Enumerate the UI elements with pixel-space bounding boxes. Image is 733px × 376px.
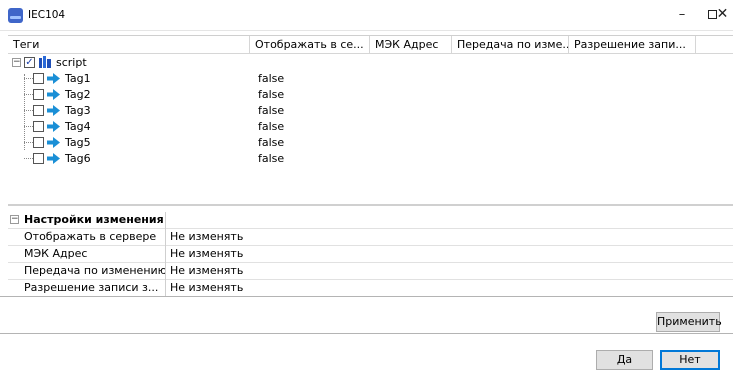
separator-top	[0, 296, 733, 297]
tag-arrow-icon	[47, 137, 60, 148]
tag-checkbox[interactable]	[33, 73, 44, 84]
tag-label: Tag2	[65, 88, 91, 101]
window-title: IEC104	[28, 9, 66, 21]
apply-button[interactable]: Применить	[656, 312, 722, 332]
tree-root-row[interactable]: − ✓ script	[8, 55, 248, 70]
tree-guide-branch	[24, 126, 33, 127]
tree-tag-row[interactable]: Tag2 false	[8, 87, 733, 102]
tag-label: Tag3	[65, 104, 91, 117]
property-name: Разрешение записи з...	[18, 280, 166, 297]
tag-label: Tag4	[65, 120, 91, 133]
property-name: Передача по изменению	[18, 263, 166, 280]
tree-guide-branch	[24, 94, 33, 95]
tag-checkbox[interactable]	[33, 89, 44, 100]
tag-show-in-server-value: false	[258, 136, 285, 149]
tree-header: Теги Отображать в се... МЭК Адрес Переда…	[8, 36, 733, 54]
tag-checkbox[interactable]	[33, 121, 44, 132]
property-category-title: Настройки изменения	[18, 212, 166, 229]
tree-guide-branch	[24, 78, 33, 79]
tag-arrow-icon	[47, 121, 60, 132]
property-value[interactable]: Не изменять	[166, 263, 733, 280]
tree-tag-row[interactable]: Tag6 false	[8, 151, 733, 166]
tree-tag-row[interactable]: Tag3 false	[8, 103, 733, 118]
root-checkbox[interactable]: ✓	[24, 57, 35, 68]
column-header-iec-address[interactable]: МЭК Адрес	[370, 36, 452, 54]
column-header-write-permission[interactable]: Разрешение запи...	[569, 36, 696, 54]
yes-button[interactable]: Да	[596, 350, 653, 370]
tag-checkbox[interactable]	[33, 105, 44, 116]
no-button[interactable]: Нет	[660, 350, 720, 370]
column-header-tags[interactable]: Теги	[8, 36, 250, 54]
tag-show-in-server-value: false	[258, 152, 285, 165]
tag-label: Tag5	[65, 136, 91, 149]
property-category-row[interactable]: − Настройки изменения	[8, 212, 733, 229]
property-grid: − Настройки изменения Отображать в серве…	[8, 204, 733, 297]
tag-show-in-server-value: false	[258, 120, 285, 133]
tag-checkbox[interactable]	[33, 153, 44, 164]
tag-arrow-icon	[47, 89, 60, 100]
tag-checkbox[interactable]	[33, 137, 44, 148]
tag-arrow-icon	[47, 105, 60, 116]
column-header-transfer-on-change[interactable]: Передача по изме...	[452, 36, 569, 54]
property-row[interactable]: Отображать в сервере Не изменять	[8, 229, 733, 246]
app-icon	[8, 8, 23, 23]
tree-tag-row[interactable]: Tag4 false	[8, 119, 733, 134]
tag-arrow-icon	[47, 153, 60, 164]
property-row[interactable]: МЭК Адрес Не изменять	[8, 246, 733, 263]
property-row[interactable]: Передача по изменению Не изменять	[8, 263, 733, 280]
column-header-show-in-server[interactable]: Отображать в се...	[250, 36, 370, 54]
tree-tag-row[interactable]: Tag1 false	[8, 71, 733, 86]
property-name: МЭК Адрес	[18, 246, 166, 263]
script-node-icon	[39, 56, 51, 68]
close-button[interactable]: ✕	[712, 0, 733, 31]
tag-show-in-server-value: false	[258, 72, 285, 85]
property-row[interactable]: Разрешение записи з... Не изменять	[8, 280, 733, 297]
tag-show-in-server-value: false	[258, 104, 285, 117]
property-value[interactable]: Не изменять	[166, 229, 733, 246]
tree-tag-row[interactable]: Tag5 false	[8, 135, 733, 150]
tag-label: Tag6	[65, 152, 91, 165]
tree-guide-branch	[24, 110, 33, 111]
tag-show-in-server-value: false	[258, 88, 285, 101]
collapse-icon[interactable]: −	[12, 58, 21, 67]
property-value[interactable]: Не изменять	[166, 280, 733, 297]
tree-root-label: script	[56, 56, 87, 69]
separator-bottom	[0, 333, 733, 334]
tag-arrow-icon	[47, 73, 60, 84]
tree-guide-branch	[24, 142, 33, 143]
title-bar: IEC104 – ✕	[0, 0, 733, 31]
tree-guide-branch	[24, 158, 33, 159]
property-name: Отображать в сервере	[18, 229, 166, 246]
tag-label: Tag1	[65, 72, 91, 85]
property-value[interactable]: Не изменять	[166, 246, 733, 263]
tag-tree-table[interactable]: Теги Отображать в се... МЭК Адрес Переда…	[8, 35, 733, 203]
